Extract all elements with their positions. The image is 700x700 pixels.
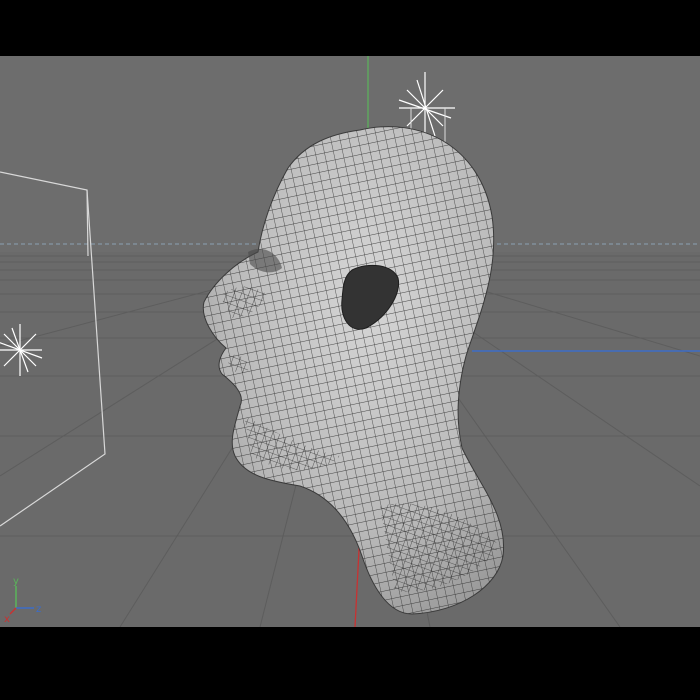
axis-x-label: x <box>4 614 10 625</box>
3d-viewport[interactable]: y z x <box>0 56 700 627</box>
top-letterbox <box>0 0 700 56</box>
scene-canvas[interactable]: y z x <box>0 56 700 627</box>
axis-z-label: z <box>36 604 41 615</box>
bottom-letterbox <box>0 627 700 700</box>
axis-y-label: y <box>13 576 19 587</box>
